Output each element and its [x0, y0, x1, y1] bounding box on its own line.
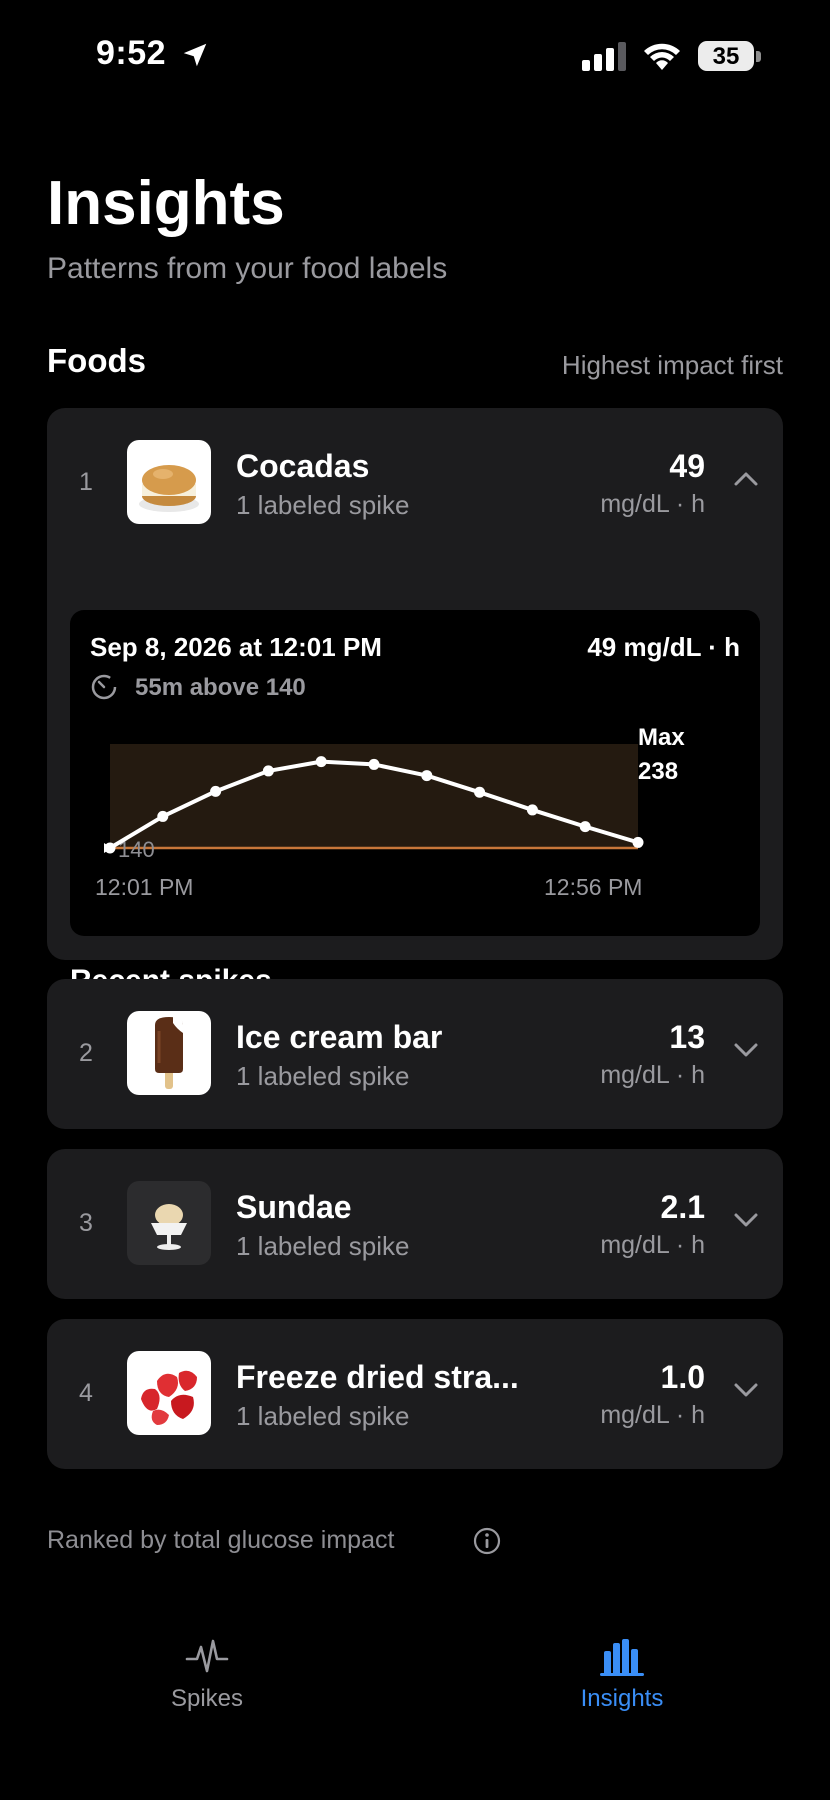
- food-rank: 4: [79, 1379, 93, 1407]
- chevron-down-icon[interactable]: [731, 1205, 761, 1235]
- food-spike-count: 1 labeled spike: [236, 490, 410, 520]
- food-rank: 2: [79, 1039, 93, 1067]
- food-spike-count: 1 labeled spike: [236, 1231, 410, 1261]
- food-card-freeze-dried-strawberries[interactable]: 4 Freeze dried stra... 1 labeled spike 1…: [47, 1319, 783, 1469]
- food-row[interactable]: 2 Ice cream bar 1 labeled spike 13 mg/dL…: [47, 979, 783, 1129]
- tab-label: Insights: [580, 1685, 664, 1712]
- tab-label: Spikes: [170, 1685, 244, 1712]
- status-bar: 9:52 35: [0, 0, 830, 110]
- food-impact-value: 1.0: [660, 1359, 705, 1395]
- ice-cream-bar-icon: [127, 1011, 211, 1095]
- food-row[interactable]: 4 Freeze dried stra... 1 labeled spike 1…: [47, 1319, 783, 1469]
- chart-point: [210, 785, 222, 797]
- x-tick-start: 12:01 PM: [95, 874, 194, 900]
- spike-date: Sep 8, 2026 at 12:01 PM: [90, 632, 382, 662]
- chart-point: [526, 804, 538, 816]
- cellular-signal-icon: [582, 42, 626, 71]
- chart-point: [421, 770, 433, 782]
- page-subtitle: Patterns from your food labels: [47, 252, 448, 285]
- location-arrow-icon: [183, 43, 207, 67]
- chart-point: [368, 758, 380, 770]
- ranking-footnote: Ranked by total glucose impact: [47, 1526, 395, 1554]
- food-name: Ice cream bar: [236, 1019, 443, 1055]
- max-label: Max: [638, 724, 685, 751]
- sort-label: Highest impact first: [561, 350, 783, 380]
- chevron-up-icon[interactable]: [731, 464, 761, 494]
- food-impact-unit: mg/dL · h: [600, 490, 705, 518]
- chart-point: [579, 821, 591, 833]
- food-rank: 1: [79, 468, 93, 496]
- sundae-icon: [127, 1181, 211, 1265]
- max-value: 238: [638, 758, 679, 785]
- food-impact-value: 13: [669, 1019, 705, 1055]
- food-impact-value: 49: [669, 448, 705, 484]
- food-row[interactable]: 3 Sundae 1 labeled spike 2.1 mg/dL · h: [47, 1149, 783, 1299]
- chart-point: [632, 836, 644, 848]
- wifi-icon: [644, 43, 680, 70]
- spike-chart-card[interactable]: 140 Sep 8, 2026 at 12:01 PM 49 mg/dL · h…: [70, 610, 760, 936]
- chevron-down-icon[interactable]: [731, 1375, 761, 1405]
- food-rank: 3: [79, 1209, 93, 1237]
- info-icon[interactable]: [472, 1526, 502, 1556]
- food-spike-count: 1 labeled spike: [236, 1061, 410, 1091]
- chevron-down-icon[interactable]: [731, 1035, 761, 1065]
- pulse-icon: [185, 1639, 229, 1673]
- food-name: Sundae: [236, 1189, 352, 1225]
- x-tick-end: 12:56 PM: [544, 874, 643, 900]
- food-card-ice-cream-bar[interactable]: 2 Ice cream bar 1 labeled spike 13 mg/dL…: [47, 979, 783, 1129]
- spike-value: 49 mg/dL · h: [587, 632, 740, 662]
- status-time: 9:52: [96, 34, 167, 72]
- foods-section-title: Foods: [47, 342, 146, 379]
- food-name: Freeze dried stra...: [236, 1359, 519, 1395]
- food-card-sundae[interactable]: 3 Sundae 1 labeled spike 2.1 mg/dL · h: [47, 1149, 783, 1299]
- food-impact-unit: mg/dL · h: [600, 1231, 705, 1259]
- spike-duration: 55m above 140: [135, 674, 306, 701]
- food-impact-unit: mg/dL · h: [600, 1401, 705, 1429]
- battery-level: 35: [712, 43, 740, 70]
- bar-chart-icon: [600, 1639, 644, 1676]
- strawberries-icon: [127, 1351, 211, 1435]
- cocada-icon: [127, 440, 211, 524]
- timer-icon: [91, 674, 117, 700]
- chart-point: [315, 756, 327, 768]
- food-impact-value: 2.1: [660, 1189, 705, 1225]
- food-impact-unit: mg/dL · h: [600, 1061, 705, 1089]
- chart-point: [262, 765, 274, 777]
- tab-spikes[interactable]: Spikes: [107, 1635, 307, 1713]
- chart-point: [474, 786, 486, 798]
- food-spike-count: 1 labeled spike: [236, 1401, 410, 1431]
- food-name: Cocadas: [236, 448, 370, 484]
- battery-icon: 35: [698, 41, 762, 73]
- chart-point: [157, 810, 169, 822]
- food-row[interactable]: 1 Cocadas 1 labeled spike 49 mg/dL · h: [47, 408, 783, 558]
- tab-insights[interactable]: Insights: [522, 1635, 722, 1713]
- page-title: Insights: [47, 169, 285, 238]
